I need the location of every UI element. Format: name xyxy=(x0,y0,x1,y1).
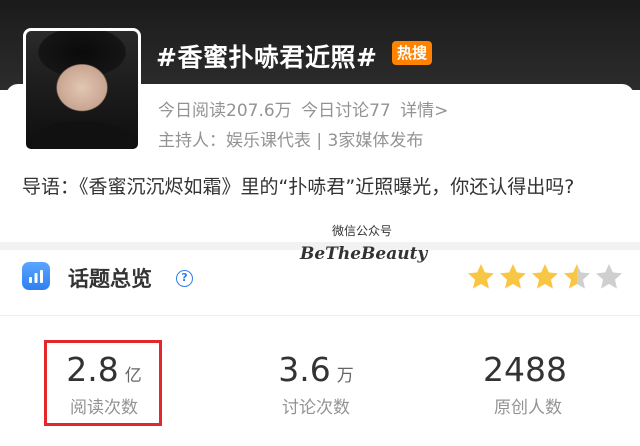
chart-icon xyxy=(22,262,50,290)
topic-intro: 导语：《香蜜沉沉烬如霜》里的“扑哧君”近照曝光，你还认得出吗? xyxy=(22,176,575,198)
metric-original-authors: 2488 原创人数 xyxy=(448,350,608,418)
rating-stars xyxy=(466,262,624,294)
star-icon xyxy=(500,264,526,289)
metric-discussions: 3.6 万 讨论次数 xyxy=(236,350,396,418)
metric-value: 3.6 xyxy=(278,350,331,389)
metric-unit: 万 xyxy=(336,366,354,386)
metric-label: 原创人数 xyxy=(494,398,562,418)
help-icon[interactable]: ? xyxy=(176,270,193,287)
overview-title: 话题总览 xyxy=(68,267,152,291)
star-icon xyxy=(532,264,558,289)
avatar-figure xyxy=(32,121,132,149)
chart-icon-glyph xyxy=(29,270,43,283)
topic-avatar[interactable] xyxy=(23,28,141,152)
reads-today: 今日阅读207.6万 xyxy=(158,101,292,121)
topic-stats: 今日阅读207.6万 今日讨论77 详情> xyxy=(158,96,452,121)
host-line[interactable]: 主持人：娱乐课代表 | 3家媒体发布 xyxy=(158,126,423,151)
star-icon xyxy=(564,264,590,289)
metric-label: 讨论次数 xyxy=(282,398,350,418)
highlight-box xyxy=(44,340,162,426)
discussions-today: 今日讨论77 xyxy=(301,101,391,121)
metric-value: 2488 xyxy=(483,350,567,389)
star-icon xyxy=(596,264,622,289)
topic-title[interactable]: #香蜜扑哧君近照# xyxy=(156,38,377,74)
row-divider xyxy=(0,315,640,316)
watermark-brand: BeTheBeauty xyxy=(300,244,428,264)
hot-badge: 热搜 xyxy=(392,41,433,65)
details-link[interactable]: 详情> xyxy=(400,101,448,121)
watermark-label: 微信公众号 xyxy=(332,224,393,238)
star-icon xyxy=(468,264,494,289)
